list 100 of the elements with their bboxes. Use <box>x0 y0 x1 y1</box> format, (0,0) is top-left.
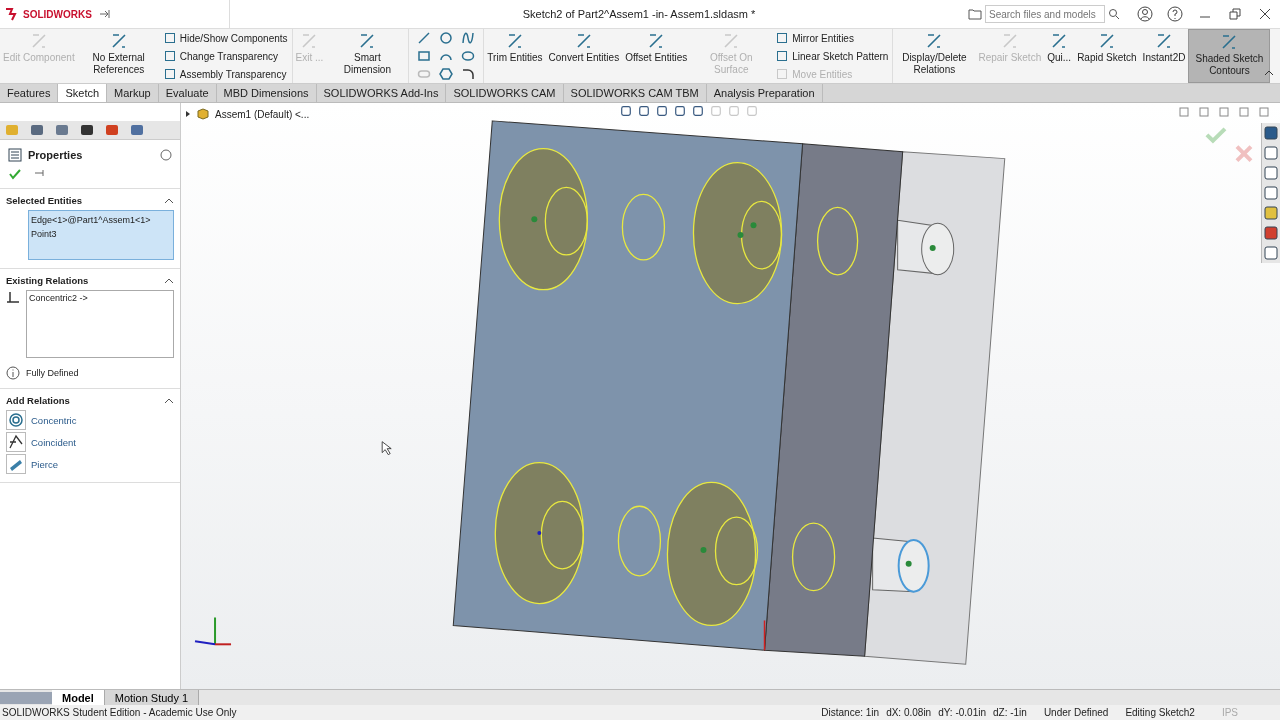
confirm-check-icon[interactable] <box>1205 127 1227 144</box>
ribbon-tab[interactable]: Sketch <box>58 84 108 102</box>
section-title: Add Relations <box>6 395 70 406</box>
collapse-icon[interactable] <box>1264 69 1274 77</box>
tool-icon <box>163 32 176 44</box>
tool-icon <box>163 50 176 62</box>
account-icon[interactable] <box>1137 6 1153 22</box>
view-tool-icon[interactable] <box>619 105 633 117</box>
spline-tool-icon[interactable] <box>461 31 476 45</box>
tool-icon <box>1220 33 1239 51</box>
tool-icon <box>776 68 789 80</box>
document-tab[interactable]: Motion Study 1 <box>104 690 200 705</box>
measurement-reading: dX: 0.08in <box>886 707 932 718</box>
view-tool-icon[interactable] <box>637 105 651 117</box>
ribbon-button[interactable]: Convert Entities <box>545 29 623 83</box>
task-pane-icon[interactable] <box>1264 226 1278 240</box>
ribbon-button[interactable]: Hide/Show Components <box>163 32 288 44</box>
ribbon-button[interactable]: Linear Sketch Pattern <box>776 50 889 62</box>
relation-button[interactable]: Coincident <box>31 436 76 448</box>
list-item[interactable]: Concentric2 -> <box>29 293 171 303</box>
collapse-icon[interactable] <box>164 196 174 205</box>
selection-list[interactable]: Edge<1>@Part1^Assem1<1> Point3 <box>28 210 174 260</box>
document-tab[interactable]: Model <box>52 690 105 705</box>
panel-title: Properties <box>28 149 84 161</box>
restore-icon[interactable] <box>1227 6 1243 22</box>
tool-icon <box>776 32 789 44</box>
folder-icon[interactable] <box>968 8 982 20</box>
tool-icon <box>925 32 944 50</box>
view-tool-icon[interactable] <box>673 105 687 117</box>
tool-icon <box>722 32 741 50</box>
ribbon-button[interactable]: Change Transparency <box>163 50 288 62</box>
window-title: Sketch2 of Part2^Assem1 -in- Assem1.sldasm * <box>521 8 757 20</box>
viewport-control-icon[interactable] <box>1238 106 1250 118</box>
measurement-reading: dY: -0.01in <box>938 707 986 718</box>
tool-icon <box>300 32 319 50</box>
ribbon-button[interactable]: Instant2D <box>1139 29 1189 83</box>
concentric-icon[interactable] <box>6 410 26 430</box>
viewport-control-icon[interactable] <box>1178 106 1190 118</box>
collapse-icon[interactable] <box>164 396 174 405</box>
tool-icon <box>1155 32 1173 50</box>
manager-tab-icon[interactable] <box>79 123 95 137</box>
ribbon-button[interactable]: Qui... <box>1044 29 1075 83</box>
search-field[interactable]: Search files and models <box>985 5 1105 23</box>
ribbon-button[interactable]: Smart Dimension <box>326 29 409 83</box>
relation-button[interactable]: Pierce <box>31 458 58 470</box>
task-pane-icon[interactable] <box>1264 126 1278 140</box>
tool-icon <box>163 68 176 80</box>
app-logo: SOLIDWORKS <box>23 8 92 20</box>
relations-list[interactable]: Concentric2 -> <box>26 290 174 358</box>
ribbon-button[interactable]: Assembly Transparency <box>163 68 288 80</box>
ok-check-icon[interactable] <box>8 168 22 180</box>
ribbon-button[interactable]: Offset Entities <box>622 29 691 83</box>
manager-tab-icon[interactable] <box>29 123 45 137</box>
assembly-icon <box>196 107 210 121</box>
viewport-control-icon[interactable] <box>1258 106 1270 118</box>
task-pane-icon[interactable] <box>1264 206 1278 220</box>
relation-button[interactable]: Concentric <box>31 414 77 426</box>
rectangle-tool-icon[interactable] <box>417 49 432 63</box>
ribbon-button[interactable]: No External References <box>77 29 160 83</box>
ribbon-button[interactable]: Trim Entities <box>484 29 546 83</box>
tool-icon <box>776 50 789 62</box>
sketch-state: Under Defined <box>1043 707 1109 718</box>
tool-icon <box>647 32 666 50</box>
collapse-icon[interactable] <box>164 276 174 285</box>
close-icon[interactable] <box>1257 6 1273 22</box>
pin-icon[interactable] <box>98 9 111 19</box>
viewport-control-icon[interactable] <box>1198 106 1210 118</box>
mouse-pointer-icon <box>381 441 392 455</box>
task-pane-icon[interactable] <box>1264 146 1278 160</box>
task-pane-icon[interactable] <box>1264 166 1278 180</box>
pierce-icon[interactable] <box>6 454 26 474</box>
search-icon[interactable] <box>1108 8 1120 20</box>
measurement-reading: dZ: -1in <box>993 707 1027 718</box>
coincident-icon[interactable] <box>6 432 26 452</box>
task-pane-icon[interactable] <box>1264 186 1278 200</box>
list-item[interactable]: Point3 <box>31 227 171 241</box>
fillet-tool-icon[interactable] <box>461 67 476 81</box>
task-pane-icon[interactable] <box>1264 246 1278 260</box>
relation-icon <box>6 290 20 304</box>
ribbon-button[interactable]: Mirror Entities <box>776 32 889 44</box>
list-item[interactable]: Edge<1>@Part1^Assem1<1> <box>31 213 171 227</box>
tree-item[interactable]: Assem1 (Default) <... <box>215 108 310 120</box>
line-tool-icon[interactable] <box>417 31 432 45</box>
expand-icon[interactable] <box>185 110 191 118</box>
circle-tool-icon[interactable] <box>439 31 454 45</box>
tool-icon <box>358 32 377 50</box>
ribbon-button[interactable]: Display/Delete Relations <box>893 29 976 83</box>
ribbon-button[interactable]: Rapid Sketch <box>1074 29 1140 83</box>
ellipse-tool-icon[interactable] <box>461 49 476 63</box>
section-title: Selected Entities <box>6 195 83 206</box>
ribbon-button[interactable]: Shaded Sketch Contours <box>1188 29 1271 83</box>
edition-text: SOLIDWORKS Student Edition - Academic Use Only <box>2 707 237 718</box>
view-tool-icon[interactable] <box>691 105 705 117</box>
edit-mode: Editing Sketch2 <box>1125 707 1195 718</box>
properties-icon <box>8 148 22 162</box>
status-text: Fully Defined <box>26 368 79 378</box>
viewport-control-icon[interactable] <box>1218 106 1230 118</box>
view-tool-icon[interactable] <box>655 105 669 117</box>
polygon-tool-icon[interactable] <box>439 67 454 81</box>
section-title: Existing Relations <box>6 275 89 286</box>
